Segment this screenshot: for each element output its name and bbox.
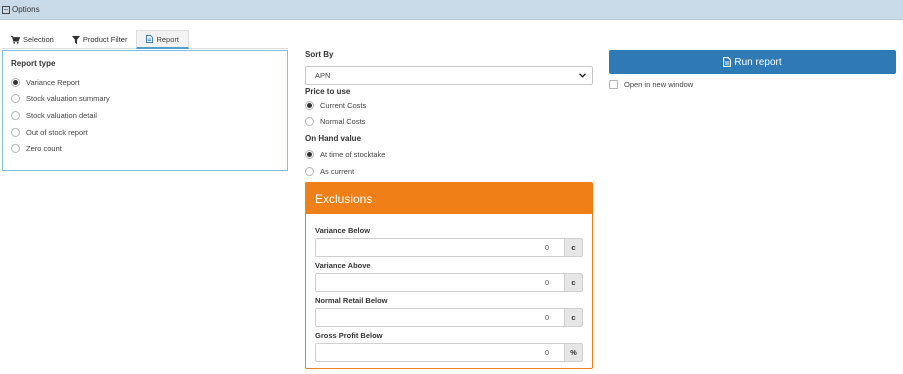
radio-button[interactable] <box>305 149 314 159</box>
tab-selection-label: Selection <box>23 35 54 44</box>
exclusions-title: Exclusions <box>306 183 592 214</box>
gross-profit-below-group: 0 % <box>315 343 583 362</box>
gross-profit-below-input[interactable]: 0 <box>315 343 565 362</box>
tab-product-filter-label: Product Filter <box>82 35 128 44</box>
run-report-button[interactable]: Run report <box>609 50 896 74</box>
sort-by-value: APN <box>315 71 331 80</box>
tab-product-filter[interactable]: Product Filter <box>63 30 137 49</box>
radio-stock-valuation-summary[interactable]: Stock valuation summary <box>11 91 279 108</box>
document-icon <box>723 57 732 67</box>
normal-retail-below-group: 0 c <box>315 308 583 327</box>
radio-label: As current <box>320 166 355 176</box>
radio-button[interactable] <box>11 144 20 154</box>
chevron-down-icon <box>579 73 586 78</box>
radio-as-current[interactable]: As current <box>305 163 593 180</box>
radio-label: Zero count <box>26 144 62 154</box>
tab-report[interactable]: Report <box>136 30 189 49</box>
radio-label: Normal Costs <box>320 117 366 127</box>
tab-report-label: Report <box>156 34 179 44</box>
radio-label: Current Costs <box>320 100 367 110</box>
radio-stock-valuation-detail[interactable]: Stock valuation detail <box>11 107 279 124</box>
radio-button[interactable] <box>305 117 314 127</box>
radio-normal-costs[interactable]: Normal Costs <box>305 114 593 131</box>
radio-button[interactable] <box>11 77 20 87</box>
normal-retail-below-label: Normal Retail Below <box>315 295 388 305</box>
radio-at-time-of-stocktake[interactable]: At time of stocktake <box>305 146 593 163</box>
radio-button[interactable] <box>305 100 314 110</box>
unit-addon: c <box>565 308 583 327</box>
radio-label: Out of stock report <box>26 127 88 137</box>
report-type-panel: Report type Variance Report Stock valuat… <box>2 50 288 171</box>
on-hand-value-label: On Hand value <box>305 133 362 143</box>
radio-variance-report[interactable]: Variance Report <box>11 74 279 91</box>
radio-label: At time of stocktake <box>320 149 386 159</box>
radio-button[interactable] <box>11 127 20 137</box>
sort-by-select[interactable]: APN <box>305 66 593 85</box>
tab-selection[interactable]: Selection <box>2 30 63 49</box>
radio-zero-count[interactable]: Zero count <box>11 140 279 157</box>
filter-icon <box>71 35 80 44</box>
new-window-label: Open in new window <box>624 80 694 89</box>
radio-current-costs[interactable]: Current Costs <box>305 97 593 114</box>
gross-profit-below-label: Gross Profit Below <box>315 330 383 340</box>
variance-above-label: Variance Above <box>315 260 371 270</box>
variance-below-group: 0 c <box>315 238 583 257</box>
unit-addon: c <box>565 273 583 292</box>
minus-square-icon[interactable]: − <box>2 5 10 14</box>
options-header[interactable]: − Options <box>0 0 903 20</box>
variance-above-group: 0 c <box>315 273 583 292</box>
variance-below-input[interactable]: 0 <box>315 238 565 257</box>
cart-icon <box>11 35 20 44</box>
sort-by-label: Sort By <box>305 50 334 59</box>
options-title: Options <box>12 5 40 14</box>
variance-below-label: Variance Below <box>315 225 371 235</box>
new-window-checkbox[interactable] <box>609 80 618 89</box>
radio-label: Variance Report <box>26 77 80 87</box>
exclusions-panel: Exclusions Variance Below 0 c Variance A… <box>305 182 593 369</box>
document-icon <box>146 35 154 43</box>
unit-addon: c <box>565 238 583 257</box>
radio-button[interactable] <box>11 94 20 104</box>
price-to-use-label: Price to use <box>305 86 351 96</box>
radio-label: Stock valuation detail <box>26 110 97 120</box>
variance-above-input[interactable]: 0 <box>315 273 565 292</box>
report-options-column: Sort By APN Price to use Current Costs N… <box>305 50 593 179</box>
run-report-label: Run report <box>734 56 782 68</box>
radio-out-of-stock-report[interactable]: Out of stock report <box>11 124 279 141</box>
tab-bar: Selection Product Filter Report <box>2 30 288 49</box>
radio-button[interactable] <box>305 166 314 176</box>
radio-label: Stock valuation summary <box>26 94 110 104</box>
open-new-window-option[interactable]: Open in new window <box>609 80 693 89</box>
normal-retail-below-input[interactable]: 0 <box>315 308 565 327</box>
unit-addon: % <box>565 343 583 362</box>
report-type-title: Report type <box>11 59 56 68</box>
radio-button[interactable] <box>11 110 20 120</box>
